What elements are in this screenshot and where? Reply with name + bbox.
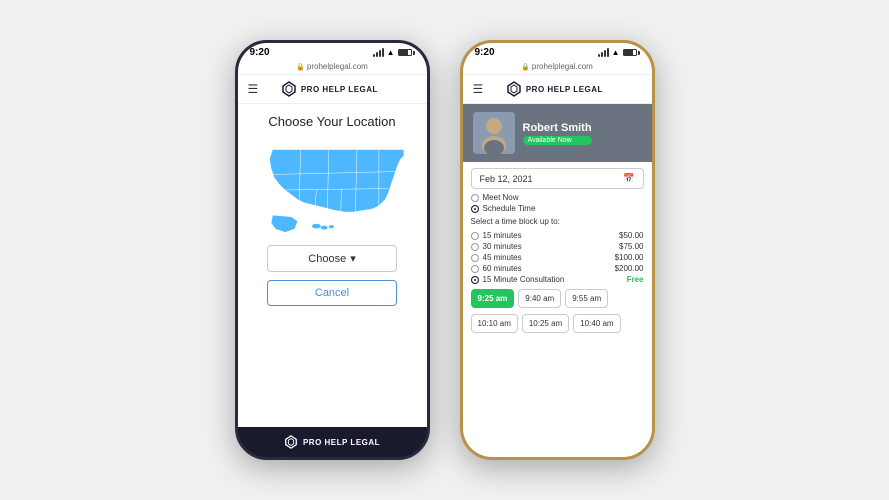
url-text-1: prohelplegal.com: [307, 62, 368, 71]
logo-text-2: PRO HELP LEGAL: [526, 85, 603, 94]
choose-location-title: Choose Your Location: [268, 114, 395, 129]
hamburger-icon-2[interactable]: ☰: [473, 82, 484, 96]
schedule-time-option[interactable]: Schedule Time: [471, 204, 644, 213]
logo-text-1: PRO HELP LEGAL: [301, 85, 378, 94]
footer-logo-text: PRO HELP LEGAL: [303, 438, 380, 447]
calendar-icon: 📅: [623, 173, 634, 184]
time-option-30[interactable]: 30 minutes $75.00: [471, 241, 644, 252]
signal-icon: [373, 49, 384, 57]
logo-area-2: PRO HELP LEGAL: [506, 81, 603, 97]
status-icons-2: ▲: [598, 48, 640, 57]
time-radio-free[interactable]: [471, 276, 479, 284]
lock-icon: 🔒: [296, 63, 305, 71]
date-input[interactable]: Feb 12, 2021 📅: [471, 168, 644, 189]
phone-2: 9:20 ▲ 🔒 prohelplegal.com ☰: [460, 40, 655, 460]
hamburger-icon[interactable]: ☰: [248, 82, 259, 96]
timeslot-955[interactable]: 9:55 am: [565, 289, 608, 308]
choose-button[interactable]: Choose ▾: [267, 245, 397, 272]
status-bar-2: 9:20 ▲: [463, 43, 652, 60]
phone1-main-content: Choose Your Location: [238, 104, 427, 427]
timeslot-1025[interactable]: 10:25 am: [522, 314, 569, 333]
date-value: Feb 12, 2021: [480, 174, 533, 184]
signal-icon-2: [598, 49, 609, 57]
status-icons-1: ▲: [373, 48, 415, 57]
nav-bar-1: ☰ PRO HELP LEGAL: [238, 75, 427, 104]
dropdown-arrow-icon: ▾: [350, 252, 356, 265]
nav-bar-2: ☰ PRO HELP LEGAL: [463, 75, 652, 104]
time-option-free[interactable]: 15 Minute Consultation Free: [471, 274, 644, 285]
phone-1: 9:20 ▲ 🔒 prohelplegal.com ☰: [235, 40, 430, 460]
time-options-list: 15 minutes $50.00 30 minutes $75.00 45 m…: [471, 230, 644, 285]
availability-badge: Available Now: [523, 136, 592, 145]
status-bar-1: 9:20 ▲: [238, 43, 427, 60]
time-option-15[interactable]: 15 minutes $50.00: [471, 230, 644, 241]
lock-icon-2: 🔒: [521, 63, 530, 71]
wifi-icon-2: ▲: [612, 48, 620, 57]
cancel-button[interactable]: Cancel: [267, 280, 397, 306]
time-radio-30[interactable]: [471, 243, 479, 251]
battery-icon: [398, 49, 415, 56]
logo-area-1: PRO HELP LEGAL: [281, 81, 378, 97]
meet-now-option[interactable]: Meet Now: [471, 193, 644, 202]
url-text-2: prohelplegal.com: [532, 62, 593, 71]
timeslot-925[interactable]: 9:25 am: [471, 289, 515, 308]
time-radio-45[interactable]: [471, 254, 479, 262]
timeslot-940[interactable]: 9:40 am: [518, 289, 561, 308]
lawyer-photo: [473, 112, 515, 154]
radio-group: Meet Now Schedule Time: [471, 193, 644, 213]
lawyer-info: Robert Smith Available Now: [523, 122, 592, 145]
time-slots-row1: 9:25 am 9:40 am 9:55 am: [471, 289, 644, 308]
phone1-footer: PRO HELP LEGAL: [238, 427, 427, 457]
time-radio-60[interactable]: [471, 265, 479, 273]
schedule-time-radio[interactable]: [471, 205, 479, 213]
select-time-label: Select a time block up to:: [471, 217, 644, 226]
booking-content: Feb 12, 2021 📅 Meet Now Schedule Time Se…: [463, 162, 652, 457]
status-time-1: 9:20: [250, 47, 270, 58]
footer-logo-icon: [284, 435, 298, 449]
battery-icon-2: [623, 49, 640, 56]
wifi-icon: ▲: [387, 48, 395, 57]
screen-2: ☰ PRO HELP LEGAL: [463, 75, 652, 457]
us-map[interactable]: [252, 137, 412, 237]
logo-icon-2: [506, 81, 522, 97]
status-time-2: 9:20: [475, 47, 495, 58]
time-slots-row2: 10:10 am 10:25 am 10:40 am: [471, 314, 644, 333]
time-option-45[interactable]: 45 minutes $100.00: [471, 252, 644, 263]
time-option-60[interactable]: 60 minutes $200.00: [471, 263, 644, 274]
screen-1: ☰ PRO HELP LEGAL Choose Your Location: [238, 75, 427, 427]
lawyer-card: Robert Smith Available Now: [463, 104, 652, 162]
url-bar-2: 🔒 prohelplegal.com: [463, 60, 652, 75]
meet-now-radio[interactable]: [471, 194, 479, 202]
lawyer-name: Robert Smith: [523, 122, 592, 134]
timeslot-1040[interactable]: 10:40 am: [573, 314, 620, 333]
time-radio-15[interactable]: [471, 232, 479, 240]
timeslot-1010[interactable]: 10:10 am: [471, 314, 518, 333]
url-bar-1: 🔒 prohelplegal.com: [238, 60, 427, 75]
logo-icon-1: [281, 81, 297, 97]
